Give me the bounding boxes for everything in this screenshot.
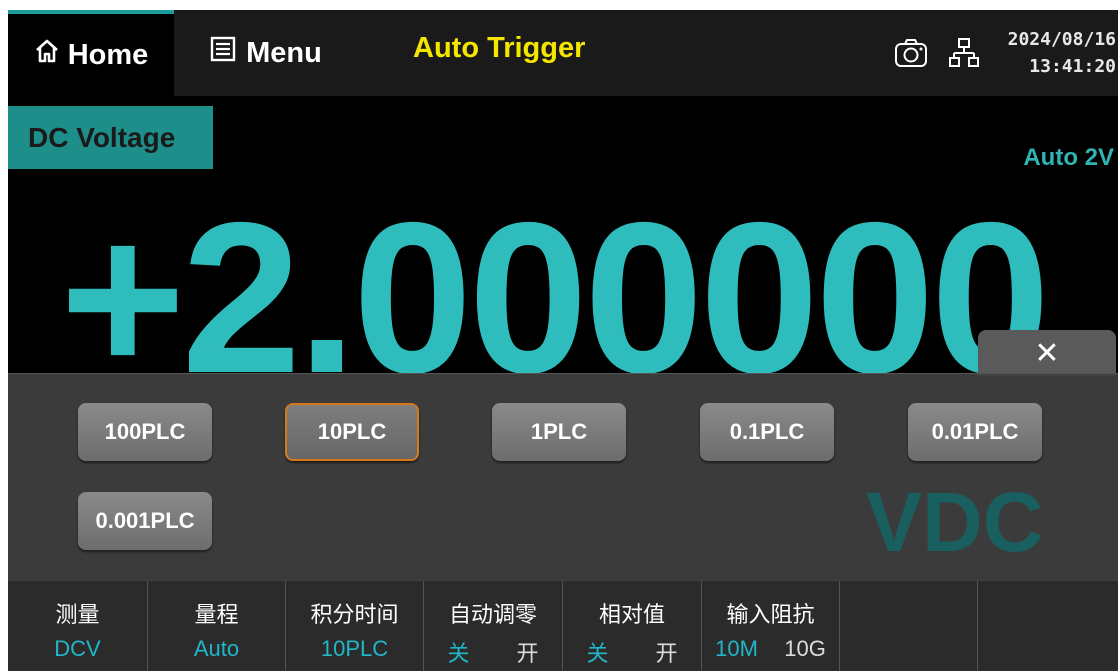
softkey-value: DCV	[54, 636, 101, 661]
trigger-mode-label[interactable]: Auto Trigger	[413, 32, 585, 65]
menu-icon	[210, 36, 236, 70]
option-0-1plc-button[interactable]: 0.1PLC	[700, 403, 834, 461]
home-icon	[34, 38, 60, 72]
softkey-measure[interactable]: 测量 DCV	[8, 581, 148, 671]
relative-off-option: 关	[586, 641, 609, 666]
option-100plc-button[interactable]: 100PLC	[78, 403, 212, 461]
datetime: 2024/08/16 13:41:20	[1008, 26, 1116, 80]
auto-zero-on-option: 开	[516, 641, 539, 666]
top-bar: Home Menu Auto Trigger 2024/08/16 13:41:…	[8, 10, 1118, 96]
option-10plc-button[interactable]: 10PLC	[285, 403, 419, 461]
time-text: 13:41:20	[1029, 56, 1116, 77]
close-popup-button[interactable]: ✕	[978, 330, 1116, 376]
softkey-relative[interactable]: 相对值 关 开	[563, 581, 702, 671]
option-0-01plc-button[interactable]: 0.01PLC	[908, 403, 1042, 461]
instrument-screen: Home Menu Auto Trigger 2024/08/16 13:41:…	[8, 10, 1118, 671]
softkey-integration-time[interactable]: 积分时间 10PLC	[286, 581, 424, 671]
softkey-value: 10PLC	[320, 636, 389, 661]
softkey-title: 积分时间	[310, 602, 399, 627]
unit-label: VDC	[866, 475, 1044, 569]
home-label: Home	[67, 38, 149, 71]
softkey-value: Auto	[193, 636, 240, 661]
softkey-title: 量程	[194, 602, 239, 627]
menu-tab[interactable]: Menu	[174, 10, 358, 96]
option-0-001plc-button[interactable]: 0.001PLC	[78, 492, 212, 550]
softkey-auto-zero[interactable]: 自动调零 关 开	[424, 581, 563, 671]
softkey-title: 测量	[55, 602, 100, 627]
auto-zero-off-option: 关	[447, 641, 470, 666]
softkey-input-impedance[interactable]: 输入阻抗 10M 10G	[702, 581, 840, 671]
softkey-empty-7[interactable]	[840, 581, 978, 671]
camera-icon[interactable]	[894, 37, 928, 74]
home-tab[interactable]: Home	[8, 10, 174, 96]
range-label: Auto 2V	[1023, 144, 1114, 171]
softkey-bar: 测量 DCV 量程 Auto 积分时间 10PLC 自动调零 关 开 相对值 关…	[8, 580, 1118, 671]
softkey-title: 输入阻抗	[726, 602, 815, 627]
softkey-range[interactable]: 量程 Auto	[148, 581, 286, 671]
impedance-10m-option: 10M	[715, 636, 758, 661]
impedance-10g-option: 10G	[784, 636, 826, 661]
softkey-title: 相对值	[598, 602, 665, 627]
softkey-title: 自动调零	[448, 602, 537, 627]
softkey-empty-8[interactable]	[978, 581, 1118, 671]
menu-label: Menu	[246, 36, 322, 69]
close-icon: ✕	[1034, 336, 1060, 370]
relative-on-option: 开	[655, 641, 678, 666]
function-label: DC Voltage	[8, 106, 213, 169]
option-1plc-button[interactable]: 1PLC	[492, 403, 626, 461]
network-icon	[949, 37, 979, 74]
date-text: 2024/08/16	[1007, 29, 1116, 50]
